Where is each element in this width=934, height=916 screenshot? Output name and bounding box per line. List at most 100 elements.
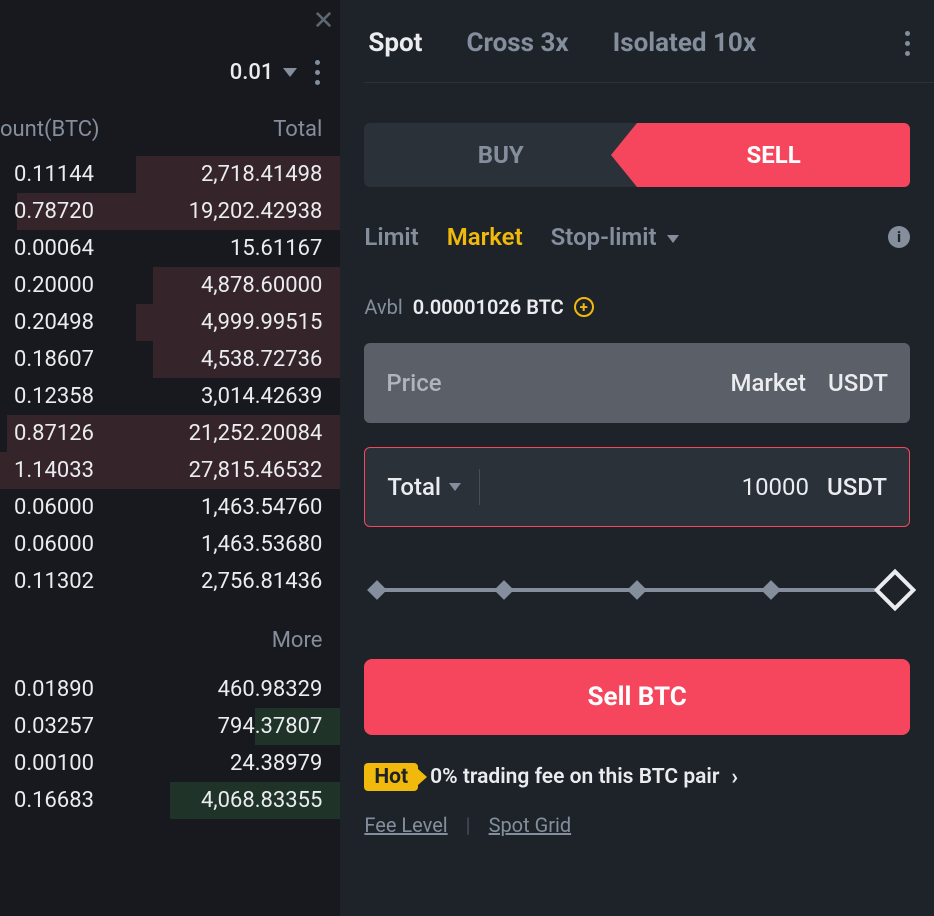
- add-funds-icon[interactable]: +: [574, 297, 594, 317]
- avbl-label: Avbl: [364, 295, 402, 319]
- more-link[interactable]: More: [0, 600, 340, 671]
- amount-cell: 0.06000: [14, 495, 94, 520]
- info-icon[interactable]: i: [888, 226, 910, 248]
- header-amount: ount(BTC): [0, 117, 100, 142]
- total-label[interactable]: Total: [387, 473, 461, 501]
- total-cell: 15.61167: [230, 236, 322, 261]
- price-type: Market: [730, 369, 806, 397]
- trade-panel: Spot Cross 3x Isolated 10x BUY SELL Limi…: [340, 0, 934, 916]
- total-cell: 24.38979: [230, 751, 322, 776]
- total-input[interactable]: [498, 473, 827, 501]
- chevron-down-icon[interactable]: [283, 68, 297, 77]
- chevron-right-icon: ›: [731, 765, 738, 790]
- bids-list: 0.01890 460.98329 0.03257 794.37807 0.00100 2…: [0, 671, 340, 819]
- orderbook-row[interactable]: 0.00100 24.38979: [0, 745, 340, 782]
- price-label: Price: [386, 369, 441, 397]
- orderbook-row[interactable]: 0.00064 15.61167: [0, 230, 340, 267]
- total-cell: 19,202.42938: [189, 199, 323, 224]
- orderbook-row[interactable]: 0.20000 4,878.60000: [0, 267, 340, 304]
- amount-cell: 0.01890: [14, 677, 94, 702]
- total-cell: 3,014.42639: [201, 384, 322, 409]
- orderbook-row[interactable]: 0.12358 3,014.42639: [0, 378, 340, 415]
- order-type-stop-limit[interactable]: Stop-limit: [551, 223, 679, 251]
- amount-cell: 0.00100: [14, 751, 94, 776]
- total-unit: USDT: [827, 473, 887, 501]
- tab-cross[interactable]: Cross 3x: [466, 28, 568, 58]
- orderbook-row[interactable]: 0.78720 19,202.42938: [0, 193, 340, 230]
- amount-cell: 0.87126: [14, 421, 94, 446]
- fee-level-link[interactable]: Fee Level: [364, 813, 447, 837]
- amount-cell: 0.12358: [14, 384, 94, 409]
- orderbook-row[interactable]: 0.060001,463.53680: [0, 526, 340, 563]
- asks-list: 0.11144 2,718.41498 0.78720 19,202.42938 0.0…: [0, 156, 340, 600]
- orderbook-row[interactable]: 0.18607 4,538.72736: [0, 341, 340, 378]
- slider-tick[interactable]: [367, 580, 387, 600]
- buy-sell-toggle: BUY SELL: [364, 123, 910, 187]
- tabs-more-icon[interactable]: [905, 31, 910, 56]
- tab-spot[interactable]: Spot: [368, 28, 422, 58]
- orderbook-row[interactable]: 0.06000 1,463.54760: [0, 489, 340, 526]
- total-cell: 2,756.81436: [201, 569, 322, 594]
- amount-cell: 1.14033: [14, 458, 94, 483]
- orderbook-row[interactable]: 0.11302 2,756.81436: [0, 563, 340, 600]
- promo-banner[interactable]: Hot 0% trading fee on this BTC pair ›: [364, 763, 910, 791]
- orderbook-row[interactable]: 0.03257 794.37807: [0, 708, 340, 745]
- tab-isolated[interactable]: Isolated 10x: [613, 28, 756, 58]
- orderbook-row[interactable]: 0.11144 2,718.41498: [0, 156, 340, 193]
- footer-links: Fee Level | Spot Grid: [364, 813, 910, 837]
- total-cell: 4,538.72736: [201, 347, 322, 372]
- header-total: Total: [273, 117, 322, 142]
- total-cell: 460.98329: [218, 677, 323, 702]
- total-field[interactable]: Total USDT: [364, 447, 910, 527]
- slider-tick[interactable]: [627, 580, 647, 600]
- orderbook-row[interactable]: 0.87126 21,252.20084: [0, 415, 340, 452]
- slider-handle[interactable]: [874, 569, 916, 611]
- chevron-down-icon: [449, 483, 461, 491]
- amount-cell: 0.00064: [14, 236, 94, 261]
- price-field: Price Market USDT: [364, 343, 910, 423]
- slider-tick[interactable]: [494, 580, 514, 600]
- total-cell: 794.37807: [218, 714, 323, 739]
- amount-cell: 0.78720: [14, 199, 94, 224]
- available-balance: Avbl 0.00001026 BTC +: [364, 295, 910, 319]
- amount-cell: 0.03257: [14, 714, 94, 739]
- orderbook-row[interactable]: 0.20498 4,999.99515: [0, 304, 340, 341]
- orderbook-row[interactable]: 0.16683 4,068.83355: [0, 782, 340, 819]
- amount-cell: 0.18607: [14, 347, 94, 372]
- promo-text: 0% trading fee on this BTC pair: [430, 765, 719, 789]
- amount-cell: 0.16683: [14, 788, 94, 813]
- margin-tabs: Spot Cross 3x Isolated 10x: [364, 0, 934, 83]
- slider-tick[interactable]: [761, 580, 781, 600]
- sell-button[interactable]: SELL: [637, 123, 910, 187]
- total-cell: 21,252.20084: [189, 421, 323, 446]
- amount-cell: 0.11302: [14, 569, 94, 594]
- sell-btc-button[interactable]: Sell BTC: [364, 659, 910, 735]
- orderbook-row[interactable]: 0.01890 460.98329: [0, 671, 340, 708]
- total-cell: 4,878.60000: [201, 273, 322, 298]
- total-cell: 4,999.99515: [201, 310, 322, 335]
- amount-cell: 0.11144: [14, 162, 94, 187]
- chevron-down-icon: [667, 235, 679, 243]
- order-type-tabs: Limit Market Stop-limit i: [364, 223, 910, 251]
- amount-cell: 0.20000: [14, 273, 94, 298]
- close-icon[interactable]: ✕: [313, 6, 335, 36]
- total-cell: 27,815.46532: [189, 458, 323, 483]
- orderbook-headers: ount(BTC) Total: [0, 95, 340, 156]
- total-cell: 1,463.53680: [201, 532, 322, 557]
- total-cell: 4,068.83355: [201, 788, 322, 813]
- divider: [479, 469, 480, 505]
- separator: |: [466, 813, 471, 837]
- orderbook-row[interactable]: 1.14033 27,815.46532: [0, 452, 340, 489]
- amount-slider[interactable]: [364, 575, 910, 605]
- more-menu-icon[interactable]: [315, 60, 320, 85]
- amount-cell: 0.20498: [14, 310, 94, 335]
- buy-button[interactable]: BUY: [364, 123, 637, 187]
- precision-value[interactable]: 0.01: [230, 60, 274, 85]
- price-unit: USDT: [828, 369, 888, 397]
- order-type-limit[interactable]: Limit: [364, 223, 418, 251]
- spot-grid-link[interactable]: Spot Grid: [489, 813, 572, 837]
- total-cell: 2,718.41498: [201, 162, 322, 187]
- order-type-market[interactable]: Market: [447, 223, 523, 251]
- total-cell: 1,463.54760: [201, 495, 322, 520]
- avbl-value: 0.00001026 BTC: [413, 295, 564, 319]
